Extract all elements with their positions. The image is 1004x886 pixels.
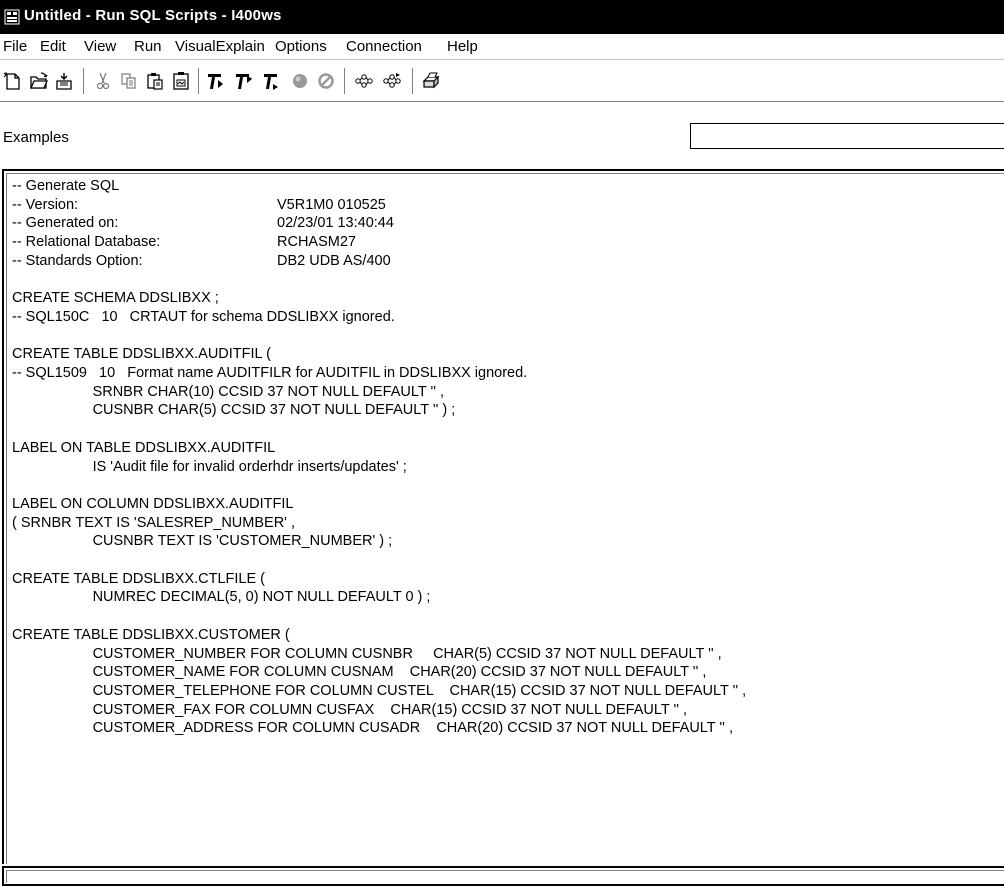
save-icon[interactable] (55, 71, 75, 91)
toolbar (0, 60, 1004, 102)
script-line: CUSNBR CHAR(5) CCSID 37 NOT NULL DEFAULT… (12, 401, 456, 419)
script-line: NUMREC DECIMAL(5, 0) NOT NULL DEFAULT 0 … (12, 588, 431, 606)
run-and-explain-icon[interactable] (382, 71, 402, 91)
script-line-text: -- Version: (12, 196, 79, 213)
script-line-text: CREATE SCHEMA DDSLIBXX ; (12, 290, 219, 307)
run-from-selected-icon[interactable] (234, 71, 254, 91)
toolbar-separator (344, 68, 346, 94)
script-line-text: CUSTOMER_NAME FOR COLUMN CUSNAM CHAR(20)… (12, 664, 707, 681)
script-line-text: LABEL ON COLUMN DDSLIBXX.AUDITFIL (12, 495, 294, 512)
script-line: CUSTOMER_ADDRESS FOR COLUMN CUSADR CHAR(… (12, 719, 733, 737)
script-line-text: LABEL ON TABLE DDSLIBXX.AUDITFIL (12, 439, 276, 456)
script-line-text: IS 'Audit file for invalid orderhdr inse… (12, 458, 407, 475)
script-line-text: SRNBR CHAR(10) CCSID 37 NOT NULL DEFAULT… (12, 383, 445, 400)
menu-connection[interactable]: Connection (346, 38, 422, 55)
script-line-value: V5R1M0 010525 (277, 196, 386, 213)
script-line: ( SRNBR TEXT IS 'SALESREP_NUMBER' , (12, 514, 295, 532)
script-line-text: CUSTOMER_ADDRESS FOR COLUMN CUSADR CHAR(… (12, 720, 733, 737)
script-line: -- Generate SQL (12, 177, 119, 195)
visual-explain-icon[interactable] (354, 71, 374, 91)
paste-icon[interactable] (145, 71, 165, 91)
script-line: -- SQL150C 10 CRTAUT for schema DDSLIBXX… (12, 308, 395, 326)
script-line-text: -- SQL1509 10 Format name AUDITFILR for … (12, 365, 528, 381)
script-line-value: DB2 UDB AS/400 (277, 252, 391, 269)
script-line: CREATE TABLE DDSLIBXX.CUSTOMER ( (12, 626, 290, 644)
script-line: LABEL ON TABLE DDSLIBXX.AUDITFIL (12, 439, 275, 457)
new-document-icon[interactable] (3, 71, 23, 91)
toolbar-separator (83, 68, 85, 94)
script-line-text: -- Generated on: (12, 215, 119, 232)
menu-file[interactable]: File (3, 38, 27, 55)
script-line-text: -- Standards Option: (12, 252, 143, 269)
examples-label: Examples (3, 129, 69, 146)
script-line: CUSTOMER_TELEPHONE FOR COLUMN CUSTEL CHA… (12, 682, 747, 700)
results-panel (2, 866, 1004, 886)
menu-bar: File Edit View Run VisualExplain Options… (0, 34, 1004, 60)
editor-content: -- Generate SQL -- Version: V5R1M0 010525-… (6, 173, 1004, 864)
toolbar-separator (412, 68, 414, 94)
app-icon[interactable] (4, 9, 20, 25)
script-line: -- Standards Option: DB2 UDB AS/400 (12, 252, 391, 270)
script-line-text: CUSNBR TEXT IS 'CUSTOMER_NUMBER' ) ; (12, 533, 393, 550)
title-bar: Untitled - Run SQL Scripts - I400ws (0, 0, 1004, 34)
script-line: CUSTOMER_FAX FOR COLUMN CUSFAX CHAR(15) … (12, 701, 688, 719)
script-line: SRNBR CHAR(10) CCSID 37 NOT NULL DEFAULT… (12, 383, 444, 401)
script-line-text: ( SRNBR TEXT IS 'SALESREP_NUMBER' , (12, 514, 295, 531)
menu-options[interactable]: Options (275, 38, 327, 55)
menu-edit[interactable]: Edit (40, 38, 66, 55)
run-all-icon[interactable] (206, 71, 226, 91)
script-line-text: -- Relational Database: (12, 234, 161, 251)
window-title: Untitled - Run SQL Scripts - I400ws (24, 7, 282, 24)
menu-run[interactable]: Run (134, 38, 162, 55)
script-line: CREATE SCHEMA DDSLIBXX ; (12, 289, 219, 307)
script-line: CREATE TABLE DDSLIBXX.CTLFILE ( (12, 570, 265, 588)
run-selected-icon[interactable] (262, 71, 282, 91)
toolbar-separator (198, 68, 200, 94)
paste-special-icon[interactable] (171, 71, 191, 91)
examples-dropdown[interactable] (690, 123, 1004, 149)
script-line-text: -- SQL150C 10 CRTAUT for schema DDSLIBXX… (12, 308, 395, 325)
stop-icon[interactable] (290, 71, 310, 91)
cut-icon[interactable] (93, 71, 113, 91)
menu-help[interactable]: Help (447, 38, 478, 55)
script-line: LABEL ON COLUMN DDSLIBXX.AUDITFIL (12, 495, 293, 513)
script-line-text: CUSTOMER_NUMBER FOR COLUMN CUSNBR CHAR(5… (12, 645, 722, 662)
script-line: CUSNBR TEXT IS 'CUSTOMER_NUMBER' ) ; (12, 532, 393, 550)
sql-script-editor[interactable]: -- Generate SQL -- Version: V5R1M0 010525-… (2, 169, 1004, 864)
script-line: CUSTOMER_NAME FOR COLUMN CUSNAM CHAR(20)… (12, 663, 707, 681)
script-line-value: RCHASM27 (277, 234, 356, 251)
script-line-text: NUMREC DECIMAL(5, 0) NOT NULL DEFAULT 0 … (12, 589, 431, 606)
script-line: CREATE TABLE DDSLIBXX.AUDITFIL ( (12, 345, 271, 363)
script-line: -- Relational Database: RCHASM27 (12, 233, 356, 251)
script-line: -- Version: V5R1M0 010525 (12, 196, 386, 214)
script-line: IS 'Audit file for invalid orderhdr inse… (12, 458, 407, 476)
menu-visualexplain[interactable]: VisualExplain (175, 38, 265, 55)
script-line-text: CUSTOMER_FAX FOR COLUMN CUSFAX CHAR(15) … (12, 701, 688, 718)
script-line-text: -- Generate SQL (12, 178, 120, 194)
script-line-text: CUSNBR CHAR(5) CCSID 37 NOT NULL DEFAULT… (12, 402, 456, 419)
cancel-icon[interactable] (316, 71, 336, 91)
results-panel-border (6, 870, 1004, 883)
script-line-text: CUSTOMER_TELEPHONE FOR COLUMN CUSTEL CHA… (12, 682, 747, 699)
script-line: -- SQL1509 10 Format name AUDITFILR for … (12, 364, 527, 382)
print-icon[interactable] (421, 71, 441, 91)
script-line: CUSTOMER_NUMBER FOR COLUMN CUSNBR CHAR(5… (12, 645, 722, 663)
open-folder-icon[interactable] (29, 71, 49, 91)
copy-icon[interactable] (119, 71, 139, 91)
script-line-value: 02/23/01 13:40:44 (277, 215, 394, 232)
script-line-text: CREATE TABLE DDSLIBXX.AUDITFIL ( (12, 346, 271, 363)
script-line-text: CREATE TABLE DDSLIBXX.CTLFILE ( (12, 570, 266, 587)
script-line-text: CREATE TABLE DDSLIBXX.CUSTOMER ( (12, 626, 290, 643)
menu-view[interactable]: View (84, 38, 116, 55)
script-line: -- Generated on: 02/23/01 13:40:44 (12, 214, 394, 232)
